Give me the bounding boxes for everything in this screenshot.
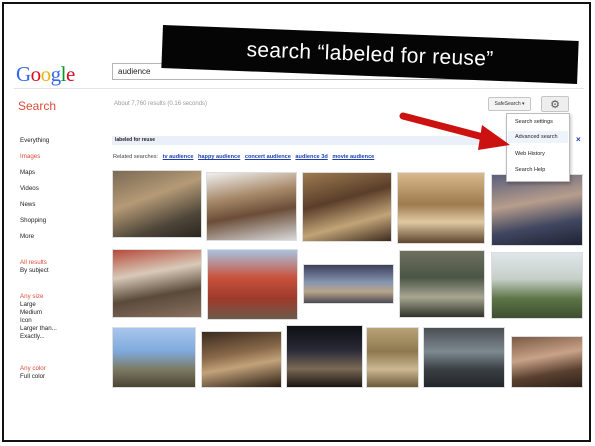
banner-text: search “labeled for reuse” <box>246 37 494 71</box>
arrow-shaft <box>399 112 491 142</box>
arrow-head <box>478 125 510 150</box>
